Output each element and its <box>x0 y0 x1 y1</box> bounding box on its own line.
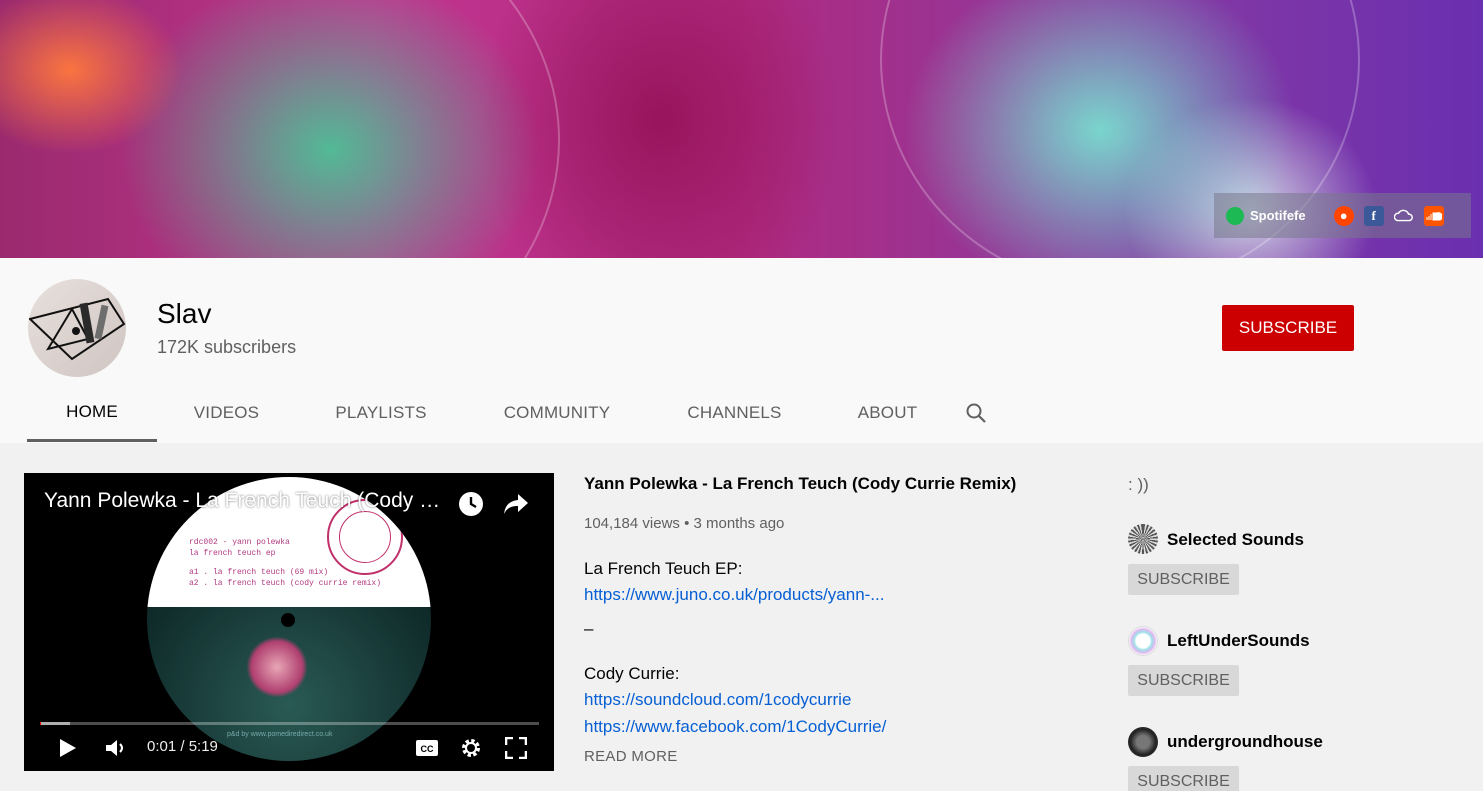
play-button[interactable] <box>56 735 80 761</box>
tab-playlists[interactable]: Playlists <box>296 384 466 442</box>
featured-channel-name[interactable]: LeftUnderSounds <box>1167 631 1310 651</box>
featured-channel-name[interactable]: Selected Sounds <box>1167 530 1304 550</box>
read-more-button[interactable]: Read more <box>584 748 678 765</box>
record-figure-image <box>247 637 307 697</box>
channel-name: Slav <box>157 298 212 329</box>
reddit-icon[interactable]: ● <box>1333 205 1354 226</box>
record-spindle-hole <box>281 613 295 627</box>
progress-buffered <box>40 722 70 725</box>
channel-avatar[interactable] <box>1128 524 1158 554</box>
share-arrow-icon <box>504 494 528 514</box>
share-button[interactable] <box>501 489 531 519</box>
progress-bar[interactable] <box>40 722 539 725</box>
svg-text:CC: CC <box>421 744 434 754</box>
description-link[interactable]: https://soundcloud.com/1codycurrie <box>584 690 851 710</box>
tab-community[interactable]: Community <box>466 384 648 442</box>
description-link[interactable]: https://www.juno.co.uk/products/yann-... <box>584 585 884 605</box>
featured-channels-heading: : )) <box>1128 475 1149 494</box>
banner-links: Spotifefe ● f <box>1214 193 1471 238</box>
channel-search-button[interactable] <box>954 384 998 442</box>
progress-played <box>40 722 42 725</box>
featured-channel-name[interactable]: undergroundhouse <box>1167 732 1323 752</box>
player-time: 0:01 / 5:19 <box>147 738 218 755</box>
player-video-title[interactable]: Yann Polewka - La French Teuch (Cody Cur… <box>44 489 454 513</box>
subscribe-button[interactable]: Subscribe <box>1222 305 1354 351</box>
channel-banner: Spotifefe ● f <box>0 0 1483 258</box>
facebook-icon[interactable]: f <box>1363 205 1384 226</box>
volume-icon <box>106 740 123 756</box>
mixcloud-icon[interactable] <box>1393 206 1414 226</box>
fullscreen-icon <box>505 737 527 759</box>
description-separator: – <box>584 619 594 638</box>
video-player[interactable]: rdc002 - yann polewka la french teuch ep… <box>24 473 554 771</box>
gear-icon <box>462 739 480 757</box>
description-text: Cody Currie: <box>584 664 680 683</box>
fullscreen-button[interactable] <box>503 735 529 761</box>
featured-subscribe-button[interactable]: Subscribe <box>1128 564 1239 595</box>
channel-avatar[interactable] <box>1128 727 1158 757</box>
search-icon <box>966 403 986 423</box>
play-icon <box>60 739 76 757</box>
channel-header: Slav 172K subscribers Subscribe Home Vid… <box>0 258 1483 443</box>
description-text: La French Teuch EP: <box>584 559 743 578</box>
channel-tabs: Home Videos Playlists Community Channels… <box>27 384 998 442</box>
video-meta: 104,184 views • 3 months ago <box>584 515 785 532</box>
watch-later-button[interactable] <box>456 489 486 519</box>
record-label-line: a2 . la french teuch (cody currie remix) <box>189 579 382 588</box>
record-footer-text: p&d by www.pomediredirect.co.uk <box>227 731 333 738</box>
closed-captions-icon: CC <box>416 740 438 756</box>
featured-subscribe-button[interactable]: Subscribe <box>1128 766 1239 791</box>
mute-button[interactable] <box>104 735 128 761</box>
video-thumbnail-record: rdc002 - yann polewka la french teuch ep… <box>147 477 431 761</box>
banner-link-spotify[interactable]: Spotifefe <box>1226 206 1306 225</box>
banner-bowl-left <box>0 0 560 258</box>
banner-link-label: Spotifefe <box>1250 208 1306 223</box>
settings-button[interactable] <box>458 735 484 761</box>
channel-avatar[interactable] <box>1128 626 1158 656</box>
tab-home[interactable]: Home <box>27 384 157 442</box>
channel-avatar[interactable] <box>28 279 126 377</box>
tab-videos[interactable]: Videos <box>157 384 296 442</box>
description-link[interactable]: https://www.facebook.com/1CodyCurrie/ <box>584 717 886 737</box>
soundcloud-icon[interactable] <box>1423 205 1444 226</box>
featured-subscribe-button[interactable]: Subscribe <box>1128 665 1239 696</box>
tab-channels[interactable]: Channels <box>648 384 821 442</box>
subscriber-count: 172K subscribers <box>157 337 297 357</box>
tab-about[interactable]: About <box>821 384 954 442</box>
clock-icon <box>459 492 483 516</box>
video-title-link[interactable]: Yann Polewka - La French Teuch (Cody Cur… <box>584 474 1016 494</box>
captions-button[interactable]: CC <box>414 735 440 761</box>
spotify-icon <box>1226 206 1244 225</box>
